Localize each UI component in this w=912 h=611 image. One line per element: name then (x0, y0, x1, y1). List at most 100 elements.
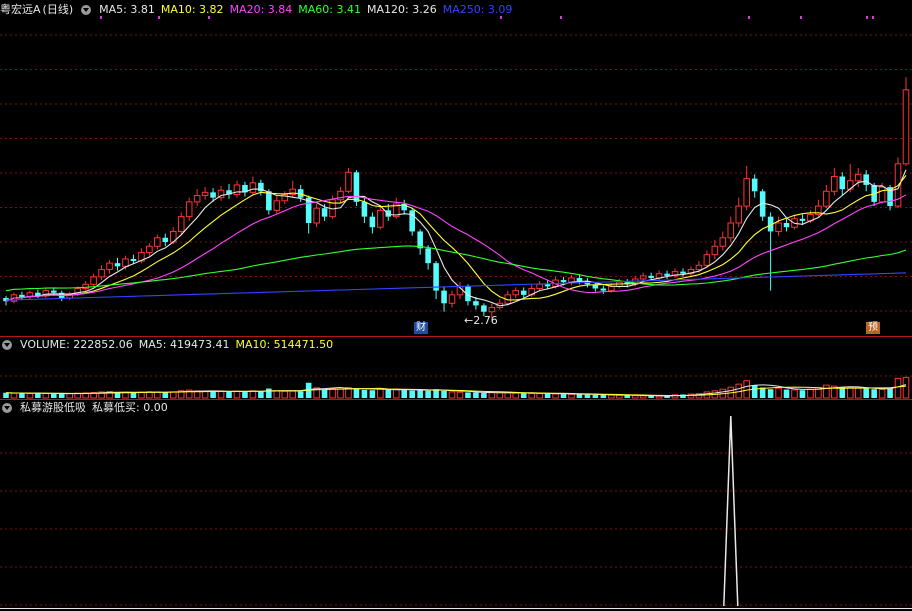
candle-body (854, 173, 862, 182)
volume-bar (791, 389, 798, 399)
price-panel-header: 粤宏远A (日线) MA5: 3.81 MA10: 3.82 MA20: 3.84… (0, 2, 512, 18)
volume-bar (894, 377, 902, 399)
candle-body (185, 201, 193, 218)
volume-bar (281, 390, 289, 399)
candle-body (664, 273, 670, 276)
volume-bar (465, 392, 471, 398)
candle-body (799, 218, 806, 221)
candle-body (122, 258, 129, 267)
candle-body (488, 307, 496, 313)
volume-bar (456, 391, 464, 399)
candle-body (425, 248, 431, 264)
candle-body (743, 178, 750, 207)
event-tag-cai[interactable]: 财 (414, 322, 428, 334)
stock-chart-canvas[interactable] (0, 0, 912, 611)
candle-body (409, 210, 415, 232)
candle-body (544, 284, 551, 287)
volume-bar (448, 391, 456, 399)
volume-bar (369, 390, 376, 398)
volume-panel-header: VOLUME: 222852.06 MA5: 419473.41 MA10: 5… (0, 337, 333, 353)
volume-bar (217, 390, 225, 399)
volume-bar (488, 392, 496, 399)
volume-bar (297, 391, 304, 398)
volume-bar (337, 388, 344, 399)
volume-bar (169, 391, 177, 399)
candle-body (608, 285, 615, 292)
candle-body (695, 264, 703, 270)
candle-body (839, 176, 846, 190)
candle-body (441, 290, 447, 304)
volume-bar (759, 387, 766, 398)
candle-body (711, 245, 719, 256)
volume-ma5-readout: MA5: 419473.41 (138, 338, 230, 351)
candle-body (536, 283, 543, 290)
volume-bar (767, 389, 774, 398)
volume-bar (42, 392, 50, 399)
volume-bar (560, 394, 567, 398)
candle-body (600, 288, 607, 291)
volume-bar (902, 376, 910, 399)
volume-ma10-readout: MA10: 514471.50 (235, 338, 334, 351)
volume-bar (273, 390, 281, 399)
candle-body (783, 222, 790, 228)
volume-bar (130, 392, 137, 398)
volume-bar (266, 388, 272, 398)
candle-body (201, 191, 209, 197)
volume-bar (863, 388, 869, 398)
volume-bar (775, 387, 782, 399)
volume-bar (425, 390, 431, 398)
stock-name: 粤宏远A (0, 3, 41, 16)
volume-bar (576, 394, 583, 398)
top-marker (560, 16, 562, 19)
low-price-marker: ←2.76 (464, 314, 498, 327)
candle-body (313, 207, 320, 224)
candle-body (473, 301, 479, 306)
candle-body (130, 258, 137, 262)
volume-bar (887, 388, 893, 398)
volume-bar (608, 394, 615, 399)
period-label: (日线) (42, 3, 74, 16)
collapse-price-icon[interactable] (81, 5, 92, 15)
collapse-indicator-icon[interactable] (2, 403, 12, 413)
volume-bar (329, 388, 336, 399)
candle-body (106, 262, 113, 270)
candle-body (114, 263, 121, 267)
volume-bar (520, 393, 527, 398)
candle-body (377, 209, 384, 228)
volume-bar (289, 390, 297, 399)
volume-bar (878, 389, 886, 399)
collapse-volume-icon[interactable] (2, 340, 12, 350)
ma60-readout: MA60: 3.41 (298, 3, 361, 16)
candle-body (512, 290, 520, 296)
volume-bar (10, 392, 18, 399)
ma250-readout: MA250: 3.09 (442, 3, 513, 16)
candle-body (385, 210, 392, 217)
candle-body (448, 294, 456, 304)
volume-bar (26, 393, 34, 399)
candle-body (735, 205, 743, 224)
volume-bar (409, 390, 415, 398)
candle-body (481, 305, 487, 312)
volume-bar (536, 393, 543, 399)
candle-body (902, 89, 910, 165)
volume-bar (473, 392, 479, 398)
indicator-spike (723, 415, 739, 607)
candle-body (878, 186, 886, 203)
volume-bar (496, 392, 504, 399)
volume-bar (751, 385, 758, 398)
volume-bar (544, 393, 551, 398)
top-marker (872, 16, 874, 19)
volume-bar (871, 389, 877, 398)
volume-bar (162, 392, 169, 398)
candle-body (177, 216, 185, 232)
candle-body (90, 276, 97, 285)
indicator-panel-header: 私募游股低吸 私募低买: 0.00 (0, 400, 168, 416)
volume-bar (441, 390, 447, 398)
candle-body (249, 182, 257, 193)
indicator-output: 私募低买: 0.00 (92, 401, 168, 414)
volume-bar (58, 393, 65, 398)
volume-bar (417, 390, 423, 398)
event-tag-yu[interactable]: 预 (866, 322, 880, 334)
candle-body (863, 174, 869, 185)
indicator-name: 私募游股低吸 (20, 401, 86, 414)
